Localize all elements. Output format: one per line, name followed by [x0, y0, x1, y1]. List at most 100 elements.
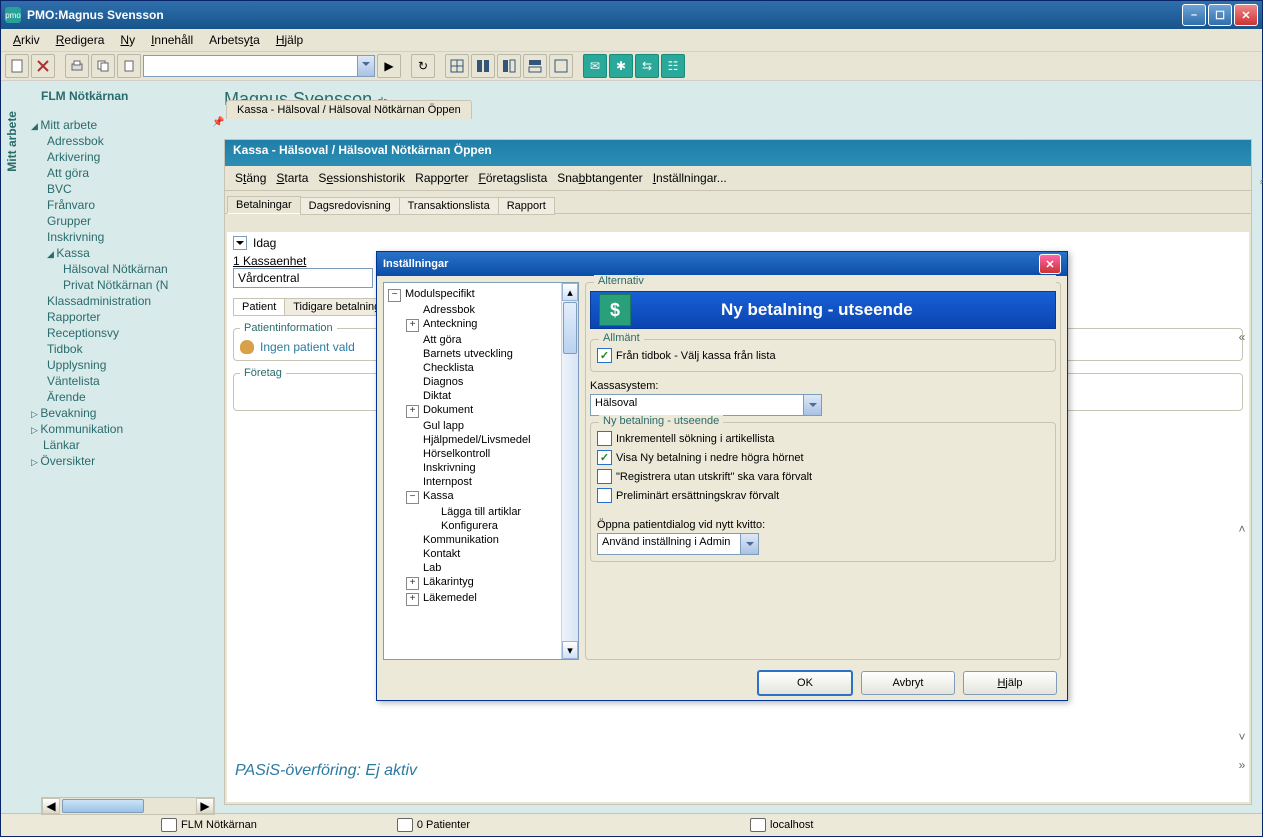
mtree-item[interactable]: Diktat — [406, 389, 574, 403]
chevron-up-icon[interactable]: « — [1237, 330, 1247, 344]
mtree-item[interactable]: Gul lapp — [406, 419, 574, 433]
tree-item[interactable]: Hälsoval Nötkärnan — [63, 261, 216, 277]
tool-doc[interactable] — [117, 54, 141, 78]
mtree-item[interactable]: Adressbok — [406, 303, 574, 317]
tool-delete[interactable] — [31, 54, 55, 78]
sm-installningar[interactable]: Inställningar... — [653, 171, 727, 185]
toolbar-combo[interactable] — [143, 55, 375, 77]
mtree-item[interactable]: −Kassa — [406, 489, 574, 505]
mtree-item[interactable]: Diagnos — [406, 375, 574, 389]
tree-item[interactable]: Frånvaro — [47, 197, 216, 213]
tree-group[interactable]: Bevakning — [31, 405, 216, 421]
mtree-item[interactable]: Checklista — [406, 361, 574, 375]
mtree-root[interactable]: −Modulspecifikt — [388, 287, 574, 303]
checkbox-row[interactable]: Preliminärt ersättningskrav förvalt — [597, 486, 1049, 505]
tool-teal-4[interactable]: ☷ — [661, 54, 685, 78]
mtree-item[interactable]: Inskrivning — [406, 461, 574, 475]
chevron-down-icon[interactable] — [740, 534, 758, 554]
tool-layout-2[interactable] — [471, 54, 495, 78]
tree-group[interactable]: Länkar — [31, 437, 216, 453]
tool-print[interactable] — [65, 54, 89, 78]
subtab-dags[interactable]: Dagsredovisning — [300, 197, 400, 215]
mtree-item[interactable]: Kontakt — [406, 547, 574, 561]
checkbox-row[interactable]: "Registrera utan utskrift" ska vara förv… — [597, 467, 1049, 486]
tree-kassa[interactable]: Kassa — [47, 245, 216, 261]
tool-go[interactable]: ▶ — [377, 54, 401, 78]
tree-mitt-arbete[interactable]: Mitt arbete — [31, 117, 216, 133]
mtree-item[interactable]: +Dokument — [406, 403, 574, 419]
sm-snabb[interactable]: Snabbtangenter — [557, 171, 642, 185]
tool-layout-1[interactable] — [445, 54, 469, 78]
mtree-item[interactable]: Kommunikation — [406, 533, 574, 547]
mtree-item[interactable]: Hörselkontroll — [406, 447, 574, 461]
tree-item[interactable]: Inskrivning — [47, 229, 216, 245]
panel-up-icon[interactable]: ˄ — [1237, 522, 1247, 536]
sidebar-scrollbar[interactable]: ◀▶ — [41, 797, 215, 813]
idag-dropdown-icon[interactable] — [233, 236, 247, 250]
sm-starta[interactable]: Starta — [276, 171, 308, 185]
maximize-button[interactable]: ☐ — [1208, 4, 1232, 26]
menu-redigera[interactable]: Redigera — [50, 31, 111, 49]
mtree-item[interactable]: Internpost — [406, 475, 574, 489]
tool-teal-2[interactable]: ✱ — [609, 54, 633, 78]
tool-new[interactable] — [5, 54, 29, 78]
tree-item[interactable]: Att göra — [47, 165, 216, 181]
subtab-trans[interactable]: Transaktionslista — [399, 197, 499, 215]
chevron-down-icon[interactable] — [803, 395, 821, 415]
tree-group[interactable]: Översikter — [31, 453, 216, 469]
mtree-item[interactable]: Lab — [406, 561, 574, 575]
tool-teal-3[interactable]: ⇆ — [635, 54, 659, 78]
pin-icon[interactable]: 📌 — [212, 117, 224, 128]
ptab-patient[interactable]: Patient — [233, 298, 285, 316]
sm-rapporter[interactable]: Rapporter — [415, 171, 468, 185]
chk-tidbok[interactable]: ✓Från tidbok - Välj kassa från lista — [597, 346, 1049, 365]
tool-copy[interactable] — [91, 54, 115, 78]
collapse-icon[interactable]: « — [1257, 179, 1263, 185]
mtree-item[interactable]: +Anteckning — [406, 317, 574, 333]
chevron-down-icon[interactable] — [357, 56, 374, 76]
sm-session[interactable]: Sessionshistorik — [318, 171, 405, 185]
checkbox-row[interactable]: Inkrementell sökning i artikellista — [597, 429, 1049, 448]
tree-item[interactable]: Privat Nötkärnan (N — [63, 277, 216, 293]
kassaenhet-label[interactable]: 1 Kassaenhet — [233, 254, 306, 268]
subtab-rapport[interactable]: Rapport — [498, 197, 555, 215]
chevron-down-panel-icon[interactable]: » — [1237, 758, 1247, 772]
tool-refresh[interactable]: ↻ — [411, 54, 435, 78]
tree-item[interactable]: Arkivering — [47, 149, 216, 165]
minimize-button[interactable]: – — [1182, 4, 1206, 26]
kassaenhet-input[interactable] — [233, 268, 373, 288]
mtree-item[interactable]: Barnets utveckling — [406, 347, 574, 361]
menu-ny[interactable]: Ny — [114, 31, 141, 49]
mtree-subitem[interactable]: Konfigurera — [424, 519, 574, 533]
cancel-button[interactable]: Avbryt — [861, 671, 955, 695]
sm-stang[interactable]: Stäng — [235, 171, 266, 185]
main-tab[interactable]: Kassa - Hälsoval / Hälsoval Nötkärnan Öp… — [226, 100, 472, 119]
checkbox-row[interactable]: ✓Visa Ny betalning i nedre högra hörnet — [597, 448, 1049, 467]
tool-layout-5[interactable] — [549, 54, 573, 78]
tree-item[interactable]: Klassadministration — [47, 293, 216, 309]
close-button[interactable]: ✕ — [1234, 4, 1258, 26]
menu-arkiv[interactable]: Arkiv — [7, 31, 46, 49]
tree-item[interactable]: Receptionsvy — [47, 325, 216, 341]
tree-item[interactable]: Ärende — [47, 389, 216, 405]
tree-item[interactable]: Rapporter — [47, 309, 216, 325]
tree-item[interactable]: Tidbok — [47, 341, 216, 357]
menu-hjalp[interactable]: Hjälp — [270, 31, 309, 49]
tree-item[interactable]: Grupper — [47, 213, 216, 229]
tree-scrollbar[interactable]: ▴ ▾ — [561, 283, 578, 659]
mtree-item[interactable]: Att göra — [406, 333, 574, 347]
menu-innehall[interactable]: Innehåll — [145, 31, 199, 49]
vertical-side-tab[interactable]: Mitt arbete — [1, 81, 23, 813]
sm-foretag[interactable]: Företagslista — [479, 171, 548, 185]
dialog-select[interactable]: Använd inställning i Admin — [597, 533, 759, 555]
mtree-item[interactable]: Hjälpmedel/Livsmedel — [406, 433, 574, 447]
tree-item[interactable]: Väntelista — [47, 373, 216, 389]
tree-item[interactable]: Adressbok — [47, 133, 216, 149]
tool-layout-4[interactable] — [523, 54, 547, 78]
help-button[interactable]: Hjälp — [963, 671, 1057, 695]
menu-arbetsyta[interactable]: Arbetsyta — [203, 31, 266, 49]
mtree-item[interactable]: +Läkarintyg — [406, 575, 574, 591]
subtab-betalningar[interactable]: Betalningar — [227, 196, 301, 214]
panel-down-icon[interactable]: ˅ — [1237, 730, 1247, 744]
ok-button[interactable]: OK — [757, 670, 853, 696]
